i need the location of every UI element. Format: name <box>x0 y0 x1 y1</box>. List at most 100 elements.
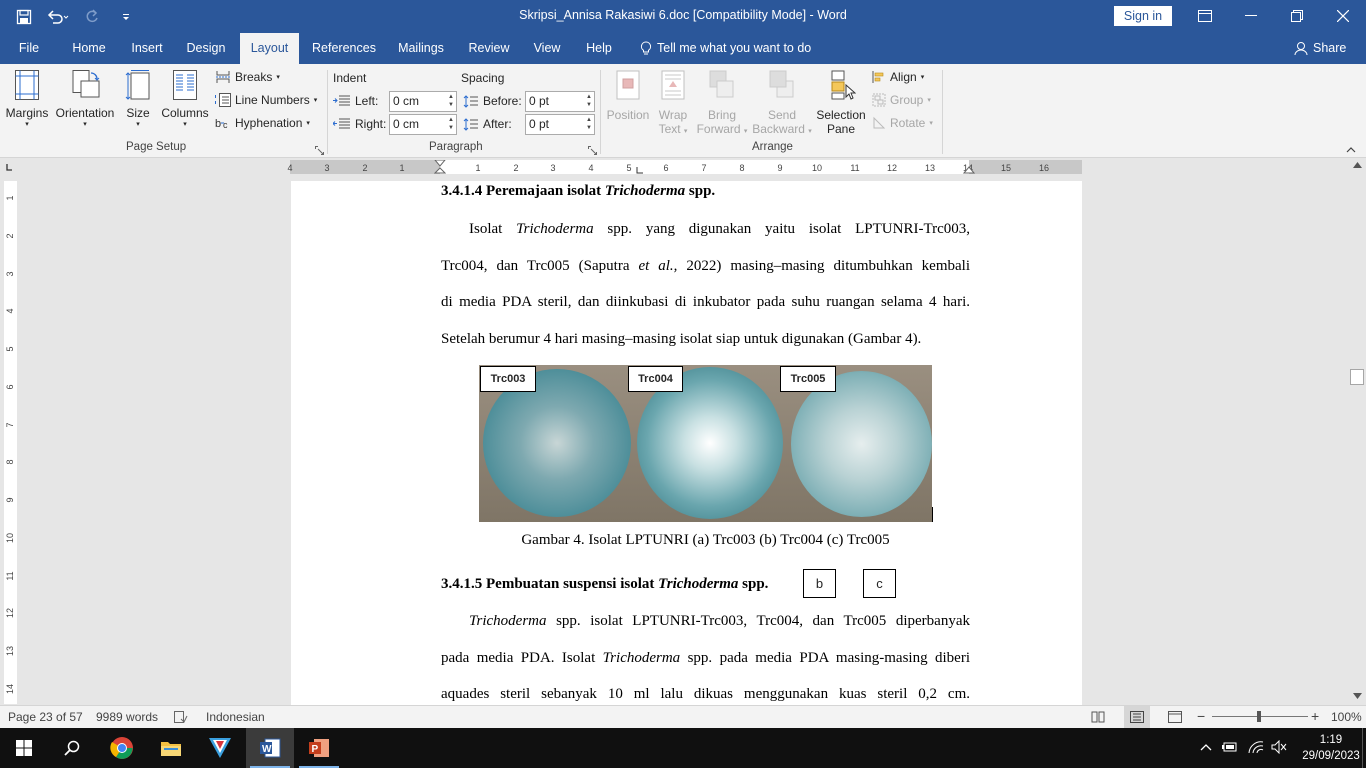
indent-right-input[interactable]: 0 cm ▲ ▼ <box>389 114 457 135</box>
spacing-after-input[interactable]: 0 pt ▲ ▼ <box>525 114 595 135</box>
collapse-ribbon-icon[interactable] <box>1346 142 1356 156</box>
right-indent-marker-icon[interactable] <box>963 166 975 174</box>
spacing-after-label: After: <box>463 117 512 131</box>
page-count[interactable]: Page 23 of 57 <box>8 710 83 724</box>
proofing-icon[interactable] <box>174 711 188 723</box>
textbox-c[interactable]: c <box>863 569 896 598</box>
zoom-in-icon[interactable]: + <box>1311 708 1319 724</box>
indent-right-icon <box>333 118 350 129</box>
restore-icon[interactable] <box>1274 0 1320 32</box>
figure-4-petri-dishes[interactable]: Trc003 Trc004 Trc005 <box>479 365 932 522</box>
breaks-button[interactable]: Breaks ▾ <box>215 70 280 84</box>
align-button[interactable]: Align ▾ <box>872 70 924 84</box>
zoom-slider-thumb[interactable] <box>1257 711 1261 722</box>
indent-left-input[interactable]: 0 cm ▲ ▼ <box>389 91 457 112</box>
margins-button[interactable]: Margins ▾ <box>4 69 50 128</box>
word-count[interactable]: 9989 words <box>96 710 158 724</box>
save-icon[interactable] <box>12 5 36 29</box>
hyphenation-button[interactable]: bc Hyphenation ▾ <box>215 116 310 130</box>
share-button[interactable]: Share <box>1294 33 1346 64</box>
wrap-text-button[interactable]: Wrap Text ▾ <box>652 69 694 136</box>
spacing-before-input[interactable]: 0 pt ▲ ▼ <box>525 91 595 112</box>
position-button[interactable]: Position <box>604 69 652 122</box>
bring-forward-button[interactable]: Bring Forward ▾ <box>694 69 750 136</box>
customize-qat-icon[interactable] <box>114 5 138 29</box>
read-mode-icon[interactable] <box>1091 711 1105 723</box>
figure-label-trc005: Trc005 <box>780 366 836 392</box>
selection-pane-button[interactable]: Selection Pane <box>814 69 868 136</box>
undo-icon[interactable] <box>46 5 70 29</box>
svg-text:W: W <box>262 744 272 755</box>
zoom-level[interactable]: 100% <box>1331 710 1362 724</box>
breaks-label: Breaks <box>235 70 273 84</box>
tab-review[interactable]: Review <box>462 33 516 64</box>
share-label: Share <box>1313 41 1347 55</box>
print-layout-icon[interactable] <box>1124 706 1150 728</box>
ribbon-tabs: File Home Insert Design Layout Reference… <box>0 33 1366 64</box>
tab-insert[interactable]: Insert <box>122 33 172 64</box>
vertical-ruler[interactable]: 1 2 3 4 5 6 7 8 9 10 11 12 13 14 <box>4 181 17 704</box>
taskbar-app-v[interactable] <box>196 728 244 768</box>
position-icon <box>616 70 640 100</box>
paragraph-launcher-icon[interactable] <box>588 144 597 155</box>
close-icon[interactable] <box>1320 0 1366 32</box>
figure-caption: Gambar 4. Isolat LPTUNRI (a) Trc003 (b) … <box>521 532 890 548</box>
battery-icon[interactable] <box>1222 741 1238 753</box>
group-icon <box>872 93 886 107</box>
vertical-scrollbar[interactable] <box>1349 158 1366 705</box>
taskbar: W P 1:19 29/09/2023 <box>0 728 1366 768</box>
document-page[interactable]: 3.4.1.4 Peremajaan isolat Trichoderma sp… <box>291 181 1082 708</box>
textbox-b[interactable]: b <box>803 569 836 598</box>
web-layout-icon[interactable] <box>1168 711 1182 723</box>
tab-home[interactable]: Home <box>62 33 116 64</box>
tab-mailings[interactable]: Mailings <box>390 33 452 64</box>
line-numbers-button[interactable]: Line Numbers ▾ <box>215 93 317 107</box>
rotate-button[interactable]: Rotate ▾ <box>872 116 933 130</box>
show-hidden-icons-icon[interactable] <box>1200 743 1212 751</box>
volume-muted-icon[interactable] <box>1271 740 1287 754</box>
tab-help[interactable]: Help <box>578 33 620 64</box>
tab-view[interactable]: View <box>524 33 570 64</box>
sign-in-button[interactable]: Sign in <box>1114 6 1172 26</box>
taskbar-chrome[interactable] <box>98 728 146 768</box>
taskbar-powerpoint[interactable]: P <box>295 728 343 768</box>
indent-left-icon <box>333 95 350 106</box>
scroll-down-icon[interactable] <box>1353 693 1362 699</box>
heading-3-4-1-4: 3.4.1.4 Peremajaan isolat Trichoderma sp… <box>441 183 716 199</box>
app-v-icon <box>209 738 231 758</box>
tab-references[interactable]: References <box>306 33 382 64</box>
show-desktop-button[interactable] <box>1362 728 1366 768</box>
horizontal-ruler[interactable]: 4 3 2 1 1 2 3 4 5 6 7 8 9 10 11 12 13 14… <box>287 160 1082 174</box>
start-button[interactable] <box>0 728 48 768</box>
spacing-before-label: Before: <box>463 94 522 108</box>
tab-selector-icon[interactable] <box>4 162 16 174</box>
wifi-icon[interactable] <box>1248 740 1264 754</box>
page-setup-group-label: Page Setup <box>126 141 187 153</box>
tab-file[interactable]: File <box>8 33 50 64</box>
page-setup-launcher-icon[interactable] <box>315 144 324 155</box>
tab-design[interactable]: Design <box>178 33 234 64</box>
tab-stop-icon[interactable] <box>636 167 644 174</box>
orientation-icon <box>72 70 100 98</box>
send-backward-button[interactable]: Send Backward ▾ <box>750 69 814 136</box>
orientation-button[interactable]: Orientation ▾ <box>53 69 117 128</box>
group-button[interactable]: Group ▾ <box>872 93 931 107</box>
columns-button[interactable]: Columns ▾ <box>158 69 212 128</box>
minimize-icon[interactable] <box>1228 0 1274 32</box>
language-indicator[interactable]: Indonesian <box>206 710 265 724</box>
redo-icon <box>80 5 104 29</box>
tab-layout[interactable]: Layout <box>240 33 299 64</box>
taskbar-file-explorer[interactable] <box>147 728 195 768</box>
ribbon-display-options-icon[interactable] <box>1182 0 1228 32</box>
tell-me-search[interactable]: Tell me what you want to do <box>640 33 811 64</box>
indent-marker-icon[interactable] <box>434 160 446 178</box>
person-icon <box>1294 42 1308 56</box>
scroll-up-icon[interactable] <box>1353 162 1362 168</box>
system-clock[interactable]: 1:19 29/09/2023 <box>1300 732 1362 764</box>
size-button[interactable]: Size ▾ <box>122 69 154 128</box>
spacing-header: Spacing <box>461 71 505 85</box>
taskbar-word[interactable]: W <box>246 728 294 768</box>
zoom-out-icon[interactable]: − <box>1197 708 1205 724</box>
scrollbar-thumb[interactable] <box>1350 369 1364 385</box>
search-button[interactable] <box>48 728 96 768</box>
